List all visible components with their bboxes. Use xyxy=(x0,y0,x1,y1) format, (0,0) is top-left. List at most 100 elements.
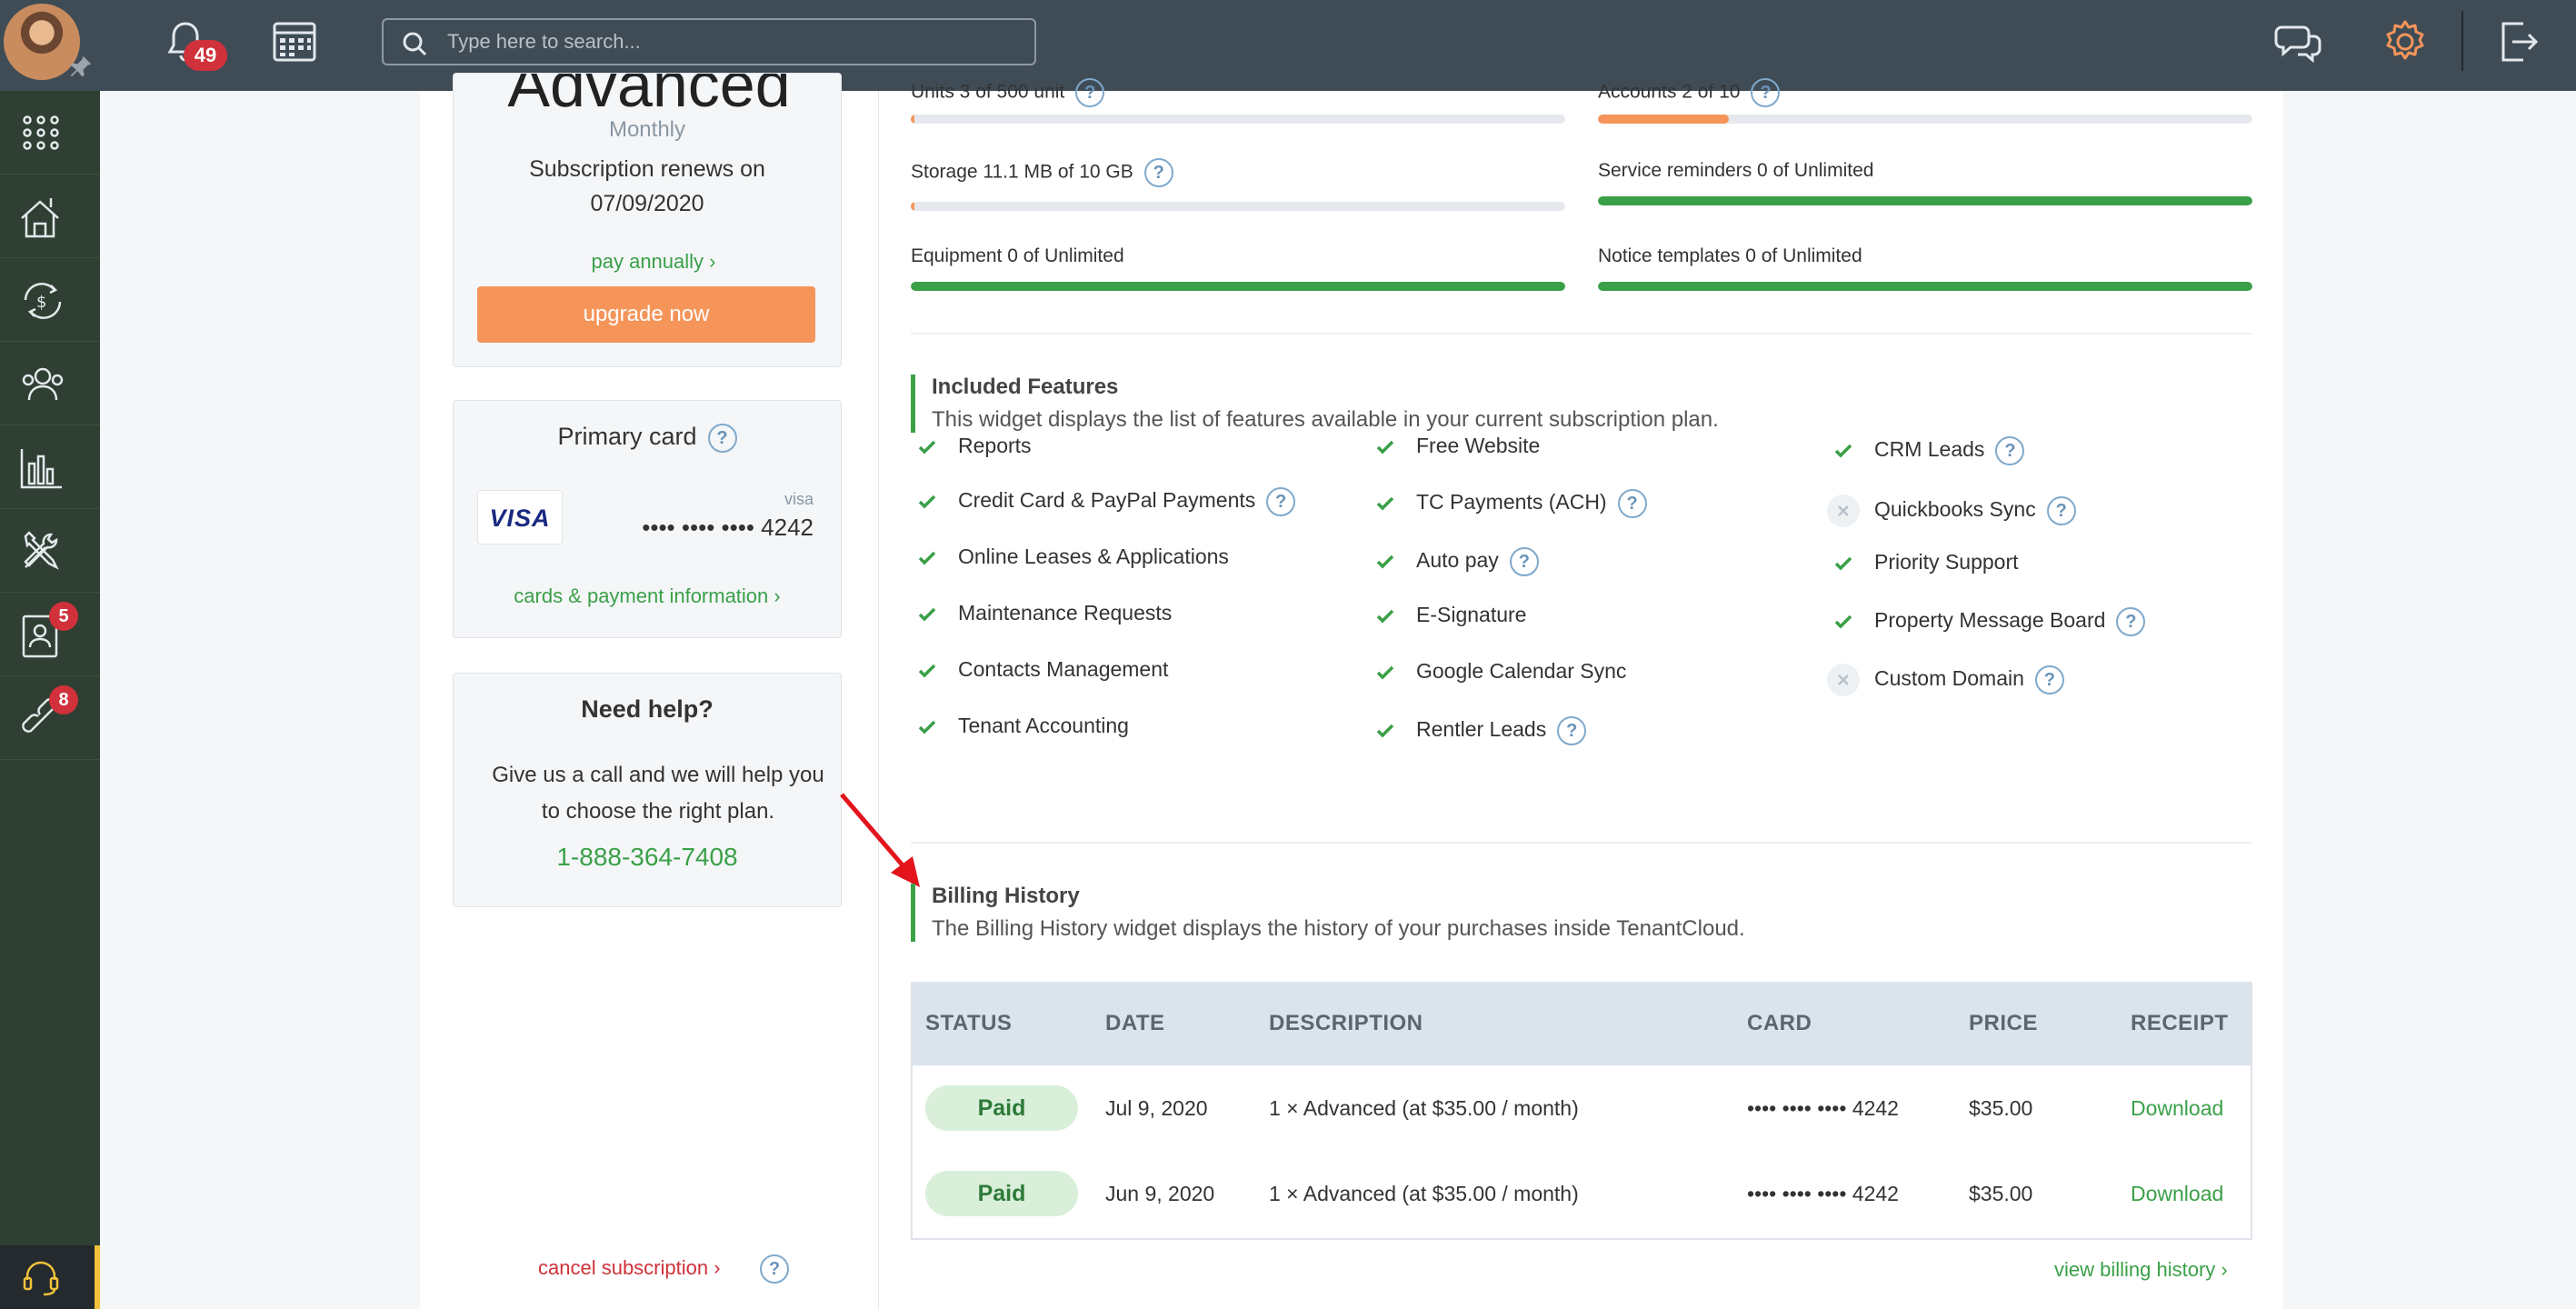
help-icon[interactable]: ? xyxy=(1266,486,1296,516)
billing-table: STATUS DATE DESCRIPTION CARD PRICE RECEI… xyxy=(911,982,2252,1240)
topbar-divider xyxy=(2461,11,2463,71)
table-row: Paid Jul 9, 2020 1 × Advanced (at $35.00… xyxy=(913,1065,2251,1151)
check-icon xyxy=(1827,547,1860,580)
usage-label-text: Accounts 2 of 10 xyxy=(1598,81,1741,103)
feature-item: Property Message Board? xyxy=(1827,604,2146,636)
check-icon xyxy=(911,598,944,631)
top-bar: 49 xyxy=(0,0,2576,91)
sidebar-item-apps[interactable] xyxy=(0,91,100,175)
applicants-badge: 5 xyxy=(49,602,78,631)
settings-button[interactable] xyxy=(2380,16,2431,67)
check-icon xyxy=(1369,487,1402,520)
check-icon xyxy=(911,654,944,687)
usage-bar-fill xyxy=(1598,282,2252,291)
usage-bar-fill xyxy=(911,115,915,124)
usage-label: Storage 11.1 MB of 10 GB? xyxy=(911,158,1173,187)
usage-bar xyxy=(911,202,1565,211)
sidebar-item-reports[interactable] xyxy=(0,425,100,509)
features-desc: This widget displays the list of feature… xyxy=(932,407,1719,432)
feature-label: Property Message Board xyxy=(1874,608,2106,632)
chat-icon xyxy=(2274,25,2321,64)
sidebar-item-maintenance[interactable] xyxy=(0,509,100,593)
row-description: 1 × Advanced (at $35.00 / month) xyxy=(1269,1096,1579,1120)
feature-item: Rentler Leads? xyxy=(1369,713,1587,745)
sidebar-item-marketing[interactable]: 8 xyxy=(0,676,100,760)
row-card: •••• •••• •••• 4242 xyxy=(1747,1096,1899,1120)
usage-label: Notice templates 0 of Unlimited xyxy=(1598,245,1862,267)
help-icon[interactable]: ? xyxy=(1751,78,1781,107)
usage-label: Service reminders 0 of Unlimited xyxy=(1598,160,1873,182)
usage-bar-fill xyxy=(1598,196,2252,205)
plan-name: Advanced xyxy=(507,73,791,120)
sidebar-item-properties[interactable] xyxy=(0,175,100,258)
help-icon[interactable]: ? xyxy=(1617,488,1647,518)
support-button[interactable] xyxy=(0,1245,100,1309)
check-icon xyxy=(911,431,944,464)
usage-bar xyxy=(911,115,1565,124)
feature-item: Credit Card & PayPal Payments? xyxy=(911,484,1296,518)
chat-button[interactable] xyxy=(2272,16,2323,67)
row-card: •••• •••• •••• 4242 xyxy=(1747,1182,1899,1205)
sidebar: $ 5 8 xyxy=(0,91,100,1309)
column-header[interactable]: CARD xyxy=(1747,1011,1812,1036)
table-row: Paid Jun 9, 2020 1 × Advanced (at $35.00… xyxy=(913,1151,2251,1236)
headset-icon xyxy=(23,1261,59,1296)
billing-table-header: STATUS DATE DESCRIPTION CARD PRICE RECEI… xyxy=(913,984,2251,1065)
usage-bar xyxy=(1598,115,2252,124)
row-date: Jun 9, 2020 xyxy=(1105,1182,1215,1205)
download-receipt-link[interactable]: Download xyxy=(2131,1182,2223,1206)
download-receipt-link[interactable]: Download xyxy=(2131,1096,2223,1121)
usage-bar xyxy=(911,282,1565,291)
feature-item: Auto pay? xyxy=(1369,544,1539,576)
help-icon[interactable]: ? xyxy=(2034,664,2064,694)
plan-card: Advanced Monthly Subscription renews on … xyxy=(453,73,842,367)
help-icon[interactable]: ? xyxy=(1143,158,1173,187)
help-icon[interactable]: ? xyxy=(707,423,737,453)
feature-label: Priority Support xyxy=(1874,550,2019,574)
view-billing-history-link[interactable]: view billing history › xyxy=(2054,1258,2228,1282)
help-phone[interactable]: 1-888-364-7408 xyxy=(454,843,841,872)
cancel-subscription-link[interactable]: cancel subscription › xyxy=(538,1256,721,1280)
check-icon xyxy=(911,485,944,518)
feature-item: TC Payments (ACH)? xyxy=(1369,485,1647,518)
column-header[interactable]: DATE xyxy=(1105,1011,1165,1036)
column-header[interactable]: DESCRIPTION xyxy=(1269,1011,1423,1036)
calendar-button[interactable] xyxy=(269,16,320,67)
feature-item: E-Signature xyxy=(1369,598,1526,631)
column-header[interactable]: RECEIPT xyxy=(2131,1011,2229,1036)
check-icon xyxy=(1827,435,1860,467)
cards-payment-link[interactable]: cards & payment information › xyxy=(454,585,841,608)
feature-label: Reports xyxy=(958,434,1032,457)
usage-bar-fill xyxy=(911,202,915,211)
help-icon[interactable]: ? xyxy=(2116,606,2146,636)
feature-label: Google Calendar Sync xyxy=(1416,659,1627,683)
column-header[interactable]: PRICE xyxy=(1969,1011,2038,1036)
help-icon[interactable]: ? xyxy=(760,1254,789,1284)
billing-title: Billing History xyxy=(932,884,1080,908)
notifications-button[interactable]: 49 xyxy=(160,16,227,71)
search-input[interactable] xyxy=(447,27,1011,56)
feature-item: Quickbooks Sync? xyxy=(1827,493,2076,527)
sidebar-item-contacts[interactable] xyxy=(0,342,100,425)
row-price: $35.00 xyxy=(1969,1182,2033,1205)
help-icon[interactable]: ? xyxy=(1995,435,2025,465)
check-icon xyxy=(1369,600,1402,633)
usage-bar-fill xyxy=(911,282,1565,291)
help-icon[interactable]: ? xyxy=(1509,546,1539,576)
pin-icon[interactable] xyxy=(67,53,95,80)
feature-label: Maintenance Requests xyxy=(958,601,1173,625)
house-icon xyxy=(21,198,59,238)
marketing-badge: 8 xyxy=(49,685,78,714)
pay-annually-link[interactable]: pay annually › xyxy=(454,250,841,274)
column-header[interactable]: STATUS xyxy=(925,1011,1012,1036)
feature-item: Maintenance Requests xyxy=(911,596,1172,629)
logout-button[interactable] xyxy=(2492,16,2543,67)
upgrade-button[interactable]: upgrade now xyxy=(477,286,815,343)
features-header: Included Features This widget displays t… xyxy=(911,375,1719,433)
help-icon[interactable]: ? xyxy=(1075,78,1105,107)
help-icon[interactable]: ? xyxy=(1557,715,1587,745)
sidebar-item-payments[interactable]: $ xyxy=(0,258,100,342)
sidebar-item-applicants[interactable]: 5 xyxy=(0,593,100,676)
help-icon[interactable]: ? xyxy=(2046,495,2076,525)
feature-item: Tenant Accounting xyxy=(911,709,1129,742)
